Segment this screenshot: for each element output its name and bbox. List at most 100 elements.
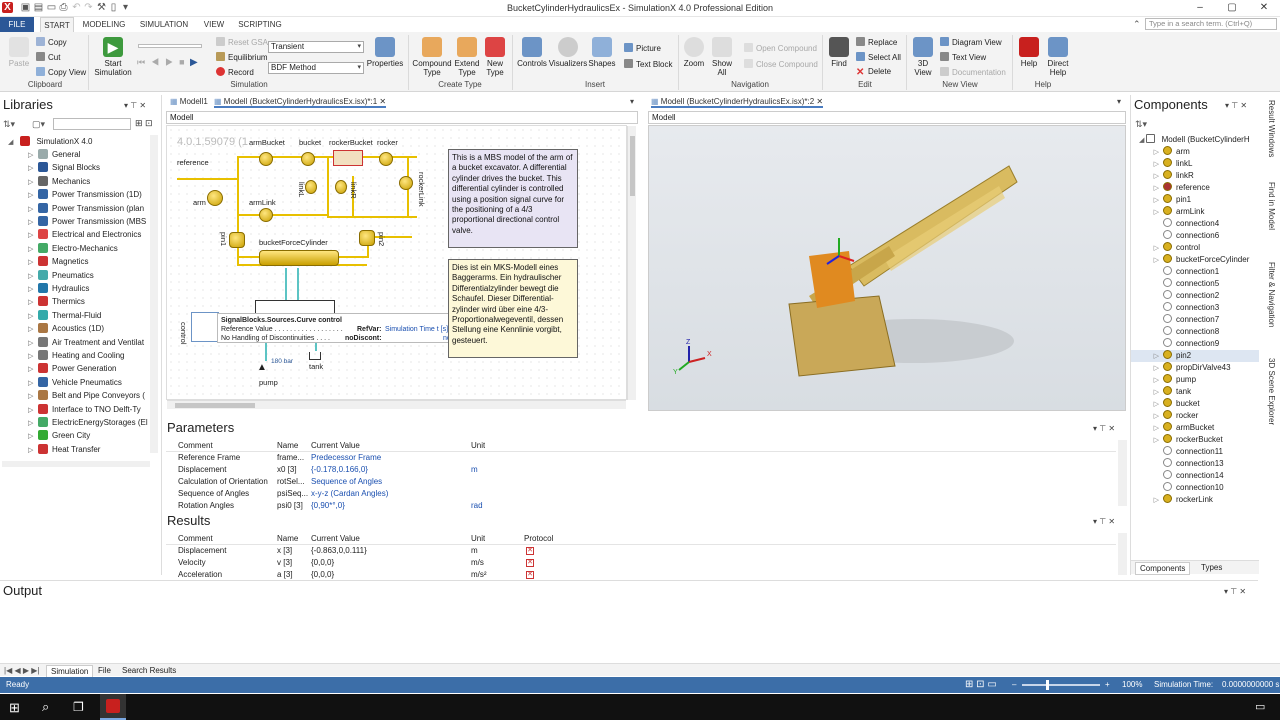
library-item[interactable]: ▷ General [0,148,150,161]
chevron-right-icon[interactable]: ▷ [1131,183,1159,194]
tab-view[interactable]: VIEW [200,17,228,32]
chevron-right-icon[interactable]: ▷ [1131,207,1159,218]
tank-symbol[interactable] [309,352,321,360]
simulationx-taskbar-button[interactable] [100,694,126,720]
component-item[interactable]: connection9 [1131,338,1259,350]
library-hscrollbar[interactable] [2,461,150,467]
chevron-right-icon[interactable]: ▷ [1131,351,1159,362]
compound-type-button[interactable]: Compound Type [412,37,452,77]
zoom-button[interactable]: Zoom [682,37,706,68]
paste-button[interactable]: Paste [6,37,32,68]
library-item[interactable]: ▷ Power Transmission (plan [0,202,150,215]
component-item[interactable]: ▷ bucket [1131,398,1259,410]
side-tab-find-in-model[interactable]: Find in Model [1262,182,1276,248]
chevron-right-icon[interactable]: ▷ [28,337,36,349]
find-button[interactable]: Find [826,37,852,68]
column-header[interactable]: Unit [471,440,485,452]
pin1-body[interactable] [229,232,245,248]
chevron-right-icon[interactable]: ▷ [1131,435,1159,446]
pin2-body[interactable] [359,230,375,246]
component-item[interactable]: ▷ reference [1131,182,1259,194]
shapes-button[interactable]: Shapes [588,37,616,68]
library-item[interactable]: ▷ Power Transmission (MBS [0,215,150,228]
library-item[interactable]: ▷ Air Treatment and Ventilat [0,336,150,349]
rocker-bucket-joint[interactable] [333,150,363,166]
table-row[interactable]: Rotation Angles psi0 [3] {0,90*°,0} rad [166,500,1116,512]
rocker-body[interactable] [379,152,393,166]
chevron-right-icon[interactable]: ▷ [28,390,36,402]
documentation-button[interactable]: Documentation [940,67,1006,77]
library-search-input[interactable] [53,118,131,130]
reset-gsa-button[interactable]: Reset GSA [216,37,268,47]
control-curve-block[interactable] [191,312,219,342]
component-item[interactable]: connection5 [1131,278,1259,290]
arm-body[interactable] [207,190,223,206]
library-item[interactable]: ▷ Interface to TNO Delft-Ty [0,403,150,416]
panel-controls[interactable]: ▾ ⊤ ✕ [1224,587,1246,596]
library-item[interactable]: ▷ Power Generation [0,362,150,375]
zoom-out-button[interactable]: – [1012,677,1016,693]
protocol-checkbox[interactable]: ✕ [526,571,534,579]
diagram-canvas[interactable]: 4.0.1.59079 (1 ▲ reference arm armBucket… [166,125,636,409]
library-item[interactable]: ▷ Vehicle Pneumatics [0,376,150,389]
tab-modeling[interactable]: MODELING [80,17,128,32]
doc-tab-bucket-2[interactable]: ▦ Modell (BucketCylinderHydraulicsEx.isx… [651,96,824,108]
column-header[interactable]: Comment [178,533,213,545]
start-simulation-button[interactable]: ▶ Start Simulation [94,37,132,77]
doc-tab-modell1[interactable]: ▦ Modell1 [170,96,208,108]
library-item[interactable]: ▷ Heat Transfer [0,443,150,456]
help-button[interactable]: Help [1016,37,1042,68]
note-german[interactable]: Dies ist ein MKS-Modell eines Baggerarms… [448,259,578,358]
show-all-button[interactable]: Show All [708,37,736,77]
replace-button[interactable]: Replace [856,37,897,47]
component-item[interactable]: connection8 [1131,326,1259,338]
tab-search-results[interactable]: Search Results [122,665,176,676]
chevron-right-icon[interactable]: ▷ [28,162,36,174]
chevron-right-icon[interactable]: ▷ [28,296,36,308]
component-item[interactable]: ▷ tank [1131,386,1259,398]
table-row[interactable]: Velocity v [3] {0,0,0} m/s ✕ [166,557,1116,569]
chevron-right-icon[interactable]: ▷ [28,350,36,362]
filter-icon[interactable]: ▢▾ [32,119,45,130]
simulation-mode-select[interactable]: Transient ▾ [268,41,364,53]
record-button[interactable]: Record [216,67,254,77]
tab-simulation[interactable]: SIMULATION [138,17,190,32]
table-row[interactable]: Displacement x [3] {-0.863,0,0.111} m ✕ [166,545,1116,557]
extend-type-button[interactable]: Extend Type [452,37,482,77]
panel-controls[interactable]: ▾ ⊤ ✕ [1093,424,1115,433]
tab-nav-arrows[interactable]: |◀ ◀ ▶ ▶| [4,665,39,676]
close-icon[interactable]: ✕ [379,97,386,106]
component-item[interactable]: ▷ linkL [1131,158,1259,170]
link-l-body[interactable] [305,180,317,194]
chevron-right-icon[interactable]: ▷ [28,256,36,268]
chevron-right-icon[interactable]: ▷ [28,203,36,215]
chevron-right-icon[interactable]: ▷ [28,377,36,389]
column-header[interactable]: Unit [471,533,485,545]
tab-scripting[interactable]: SCRIPTING [238,17,282,32]
chevron-right-icon[interactable]: ▷ [28,283,36,295]
3d-viewport[interactable]: X Y Z [648,125,1126,411]
task-view-icon[interactable]: ❐ [73,700,84,714]
protocol-checkbox[interactable]: ✕ [526,559,534,567]
close-compound-button[interactable]: Close Compound [744,59,818,69]
library-item[interactable]: ▷ Green City [0,429,150,442]
library-item[interactable]: ▷ Electro-Mechanics [0,242,150,255]
layout-icons[interactable]: ⊞ ⊡ ▭ [965,677,997,693]
maximize-icon[interactable]: ▢ [1218,0,1246,16]
chevron-right-icon[interactable]: ▷ [28,363,36,375]
windows-start-icon[interactable]: ⊞ [9,700,20,716]
chevron-right-icon[interactable]: ▷ [1131,195,1159,206]
chevron-right-icon[interactable]: ▷ [28,216,36,228]
table-row[interactable]: Reference Frame frame... Predecessor Frame [166,452,1116,464]
copy-view-button[interactable]: Copy View [36,67,86,77]
solver-method-select[interactable]: BDF Method ▾ [268,62,364,74]
chevron-down-icon[interactable]: ◢ [1139,137,1146,144]
component-item[interactable]: connection6 [1131,230,1259,242]
search-icon[interactable]: ⌕ [42,699,49,715]
chevron-right-icon[interactable]: ▷ [1131,171,1159,182]
parameters-scrollbar[interactable] [1118,440,1127,506]
chevron-right-icon[interactable]: ▷ [1131,387,1159,398]
column-header[interactable]: Name [277,440,298,452]
component-item[interactable]: connection10 [1131,482,1259,494]
scroll-thumb[interactable] [630,136,635,196]
